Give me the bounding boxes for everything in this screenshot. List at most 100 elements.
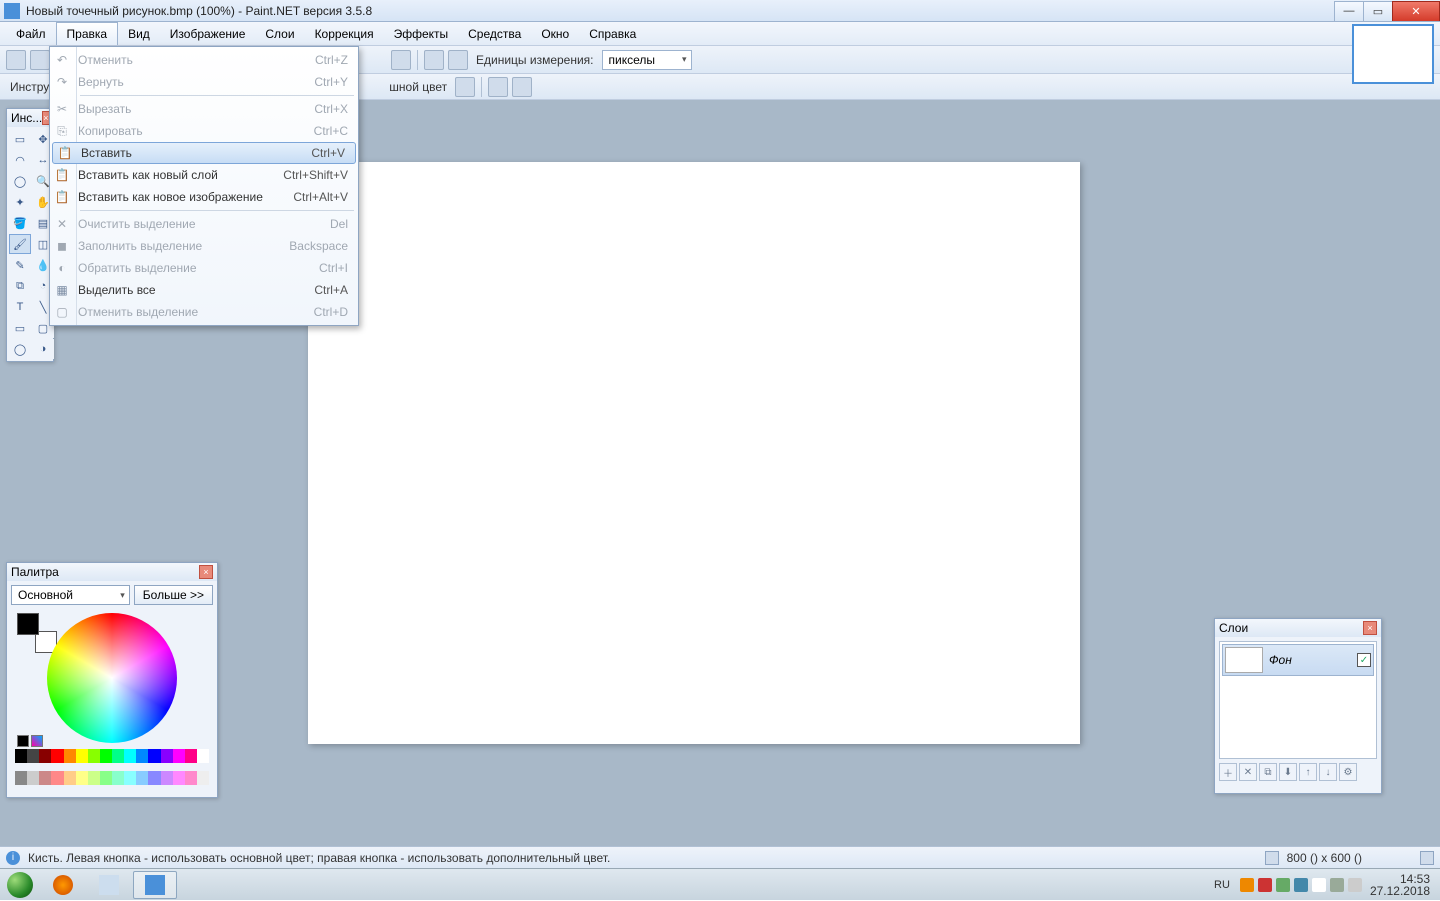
tools-panel-title: Инс... — [11, 111, 42, 125]
tool-rect-select[interactable]: ▭ — [9, 129, 31, 149]
layer-up-icon[interactable]: ↑ — [1299, 763, 1317, 781]
open-icon[interactable] — [30, 50, 50, 70]
palette-strip[interactable] — [15, 749, 209, 763]
layer-duplicate-icon[interactable]: ⧉ — [1259, 763, 1277, 781]
antialias-icon[interactable] — [488, 77, 508, 97]
color-wheel[interactable] — [47, 613, 177, 743]
layer-props-icon[interactable]: ⚙ — [1339, 763, 1357, 781]
maximize-button[interactable]: ▭ — [1363, 1, 1393, 21]
deselect-icon: ▢ — [50, 305, 74, 319]
menu-select-all[interactable]: ▦ Выделить все Ctrl+A — [50, 279, 358, 301]
tray-icon[interactable] — [1276, 878, 1290, 892]
taskbar-paintnet[interactable] — [133, 871, 177, 899]
app-icon — [4, 3, 20, 19]
menu-paste[interactable]: 📋 Вставить Ctrl+V — [52, 142, 356, 164]
tray-volume-icon[interactable] — [1348, 878, 1362, 892]
window-titlebar: Новый точечный рисунок.bmp (100%) - Pain… — [0, 0, 1440, 22]
window-title: Новый точечный рисунок.bmp (100%) - Pain… — [26, 4, 1335, 18]
tool-ellipse-sel[interactable]: ◯ — [9, 171, 31, 191]
minimize-button[interactable]: — — [1334, 1, 1364, 21]
paste-layer-icon: 📋 — [50, 168, 74, 182]
tray-icon[interactable] — [1240, 878, 1254, 892]
palette-mode-select[interactable]: Основной — [11, 585, 130, 605]
close-button[interactable]: ✕ — [1392, 1, 1440, 21]
start-button[interactable] — [0, 869, 40, 901]
tool-brush[interactable]: 🖌 — [9, 234, 31, 254]
menu-deselect[interactable]: ▢ Отменить выделение Ctrl+D — [50, 301, 358, 323]
palette-strip-2[interactable] — [15, 771, 209, 785]
menu-redo[interactable]: ↷ Вернуть Ctrl+Y — [50, 71, 358, 93]
ruler-icon[interactable] — [448, 50, 468, 70]
system-clock[interactable]: 14:53 27.12.2018 — [1366, 873, 1434, 897]
foreground-color-swatch[interactable] — [17, 613, 39, 635]
menu-copy[interactable]: ⎘ Копировать Ctrl+C — [50, 120, 358, 142]
tool-freeform[interactable]: ◑ — [32, 339, 54, 359]
select-all-icon: ▦ — [50, 283, 74, 297]
grid-icon[interactable] — [424, 50, 444, 70]
menu-edit[interactable]: Правка — [56, 22, 119, 45]
menu-invert-sel[interactable]: ◐ Обратить выделение Ctrl+I — [50, 257, 358, 279]
menu-effects[interactable]: Эффекты — [384, 22, 459, 45]
palette-panel-close-icon[interactable]: × — [199, 565, 213, 579]
tool-fill[interactable]: 🪣 — [9, 213, 31, 233]
taskbar-firefox[interactable] — [41, 871, 85, 899]
tool-magic-wand[interactable]: ✦ — [9, 192, 31, 212]
language-indicator[interactable]: RU — [1214, 879, 1230, 891]
zoom-out-icon[interactable] — [391, 50, 411, 70]
palette-more-button[interactable]: Больше >> — [134, 585, 213, 605]
swatch-black[interactable] — [17, 735, 29, 747]
tool-rect[interactable]: ▭ — [9, 318, 31, 338]
menu-tools[interactable]: Средства — [458, 22, 531, 45]
swatch-multi[interactable] — [31, 735, 43, 747]
layer-down-icon[interactable]: ↓ — [1319, 763, 1337, 781]
units-select[interactable]: пикселы — [602, 50, 692, 70]
new-icon[interactable] — [6, 50, 26, 70]
layer-delete-icon[interactable]: ✕ — [1239, 763, 1257, 781]
tool-text[interactable]: T — [9, 297, 31, 317]
layer-row[interactable]: Фон ✓ — [1222, 644, 1374, 676]
layers-panel[interactable]: Слои × Фон ✓ ＋ ✕ ⧉ ⬇ ↑ ↓ ⚙ — [1214, 618, 1382, 794]
menu-image[interactable]: Изображение — [160, 22, 256, 45]
menu-file[interactable]: Файл — [6, 22, 56, 45]
windows-taskbar: RU 14:53 27.12.2018 — [0, 868, 1440, 900]
tray-icon[interactable] — [1294, 878, 1308, 892]
tool-clone[interactable]: ⧉ — [9, 276, 31, 296]
layer-add-icon[interactable]: ＋ — [1219, 763, 1237, 781]
palette-panel-title: Палитра — [11, 565, 199, 579]
tray-flag-icon[interactable] — [1312, 878, 1326, 892]
paste-image-icon: 📋 — [50, 190, 74, 204]
menu-undo[interactable]: ↶ Отменить Ctrl+Z — [50, 49, 358, 71]
tool-lasso[interactable]: ◠ — [9, 150, 31, 170]
layers-panel-title: Слои — [1219, 621, 1363, 635]
fill-dropdown-icon[interactable] — [455, 77, 475, 97]
dims-icon — [1265, 851, 1279, 865]
layer-visible-checkbox[interactable]: ✓ — [1357, 653, 1371, 667]
blend-mode-icon[interactable] — [512, 77, 532, 97]
canvas[interactable] — [308, 162, 1080, 744]
menu-window[interactable]: Окно — [531, 22, 579, 45]
fg-bg-swatches[interactable] — [17, 613, 57, 653]
layer-merge-icon[interactable]: ⬇ — [1279, 763, 1297, 781]
taskbar-explorer[interactable] — [87, 871, 131, 899]
menu-view[interactable]: Вид — [118, 22, 160, 45]
menu-cut[interactable]: ✂ Вырезать Ctrl+X — [50, 98, 358, 120]
menu-paste-image[interactable]: 📋 Вставить как новое изображение Ctrl+Al… — [50, 186, 358, 208]
mini-swatches — [17, 735, 43, 747]
copy-icon: ⎘ — [50, 124, 74, 139]
menu-layers[interactable]: Слои — [255, 22, 304, 45]
menu-fill-sel[interactable]: ◼ Заполнить выделение Backspace — [50, 235, 358, 257]
menu-adjust[interactable]: Коррекция — [305, 22, 384, 45]
tools-panel[interactable]: Инс... × ▭ ✥ ◠ ↔ ◯ 🔍 ✦ ✋ 🪣 ▤ 🖌 ◫ ✎ 💧 ⧉ ◔… — [6, 108, 54, 362]
system-tray: RU 14:53 27.12.2018 — [1214, 873, 1440, 897]
menu-help[interactable]: Справка — [579, 22, 646, 45]
tray-battery-icon[interactable] — [1330, 878, 1344, 892]
document-thumbnail[interactable] — [1352, 24, 1434, 84]
tool-ellipse[interactable]: ◯ — [9, 339, 31, 359]
palette-panel[interactable]: Палитра × Основной Больше >> — [6, 562, 218, 798]
tray-icon[interactable] — [1258, 878, 1272, 892]
layers-panel-close-icon[interactable]: × — [1363, 621, 1377, 635]
windows-orb-icon — [7, 872, 33, 898]
tool-pencil[interactable]: ✎ — [9, 255, 31, 275]
menu-paste-layer[interactable]: 📋 Вставить как новый слой Ctrl+Shift+V — [50, 164, 358, 186]
menu-clear-sel[interactable]: ✕ Очистить выделение Del — [50, 213, 358, 235]
